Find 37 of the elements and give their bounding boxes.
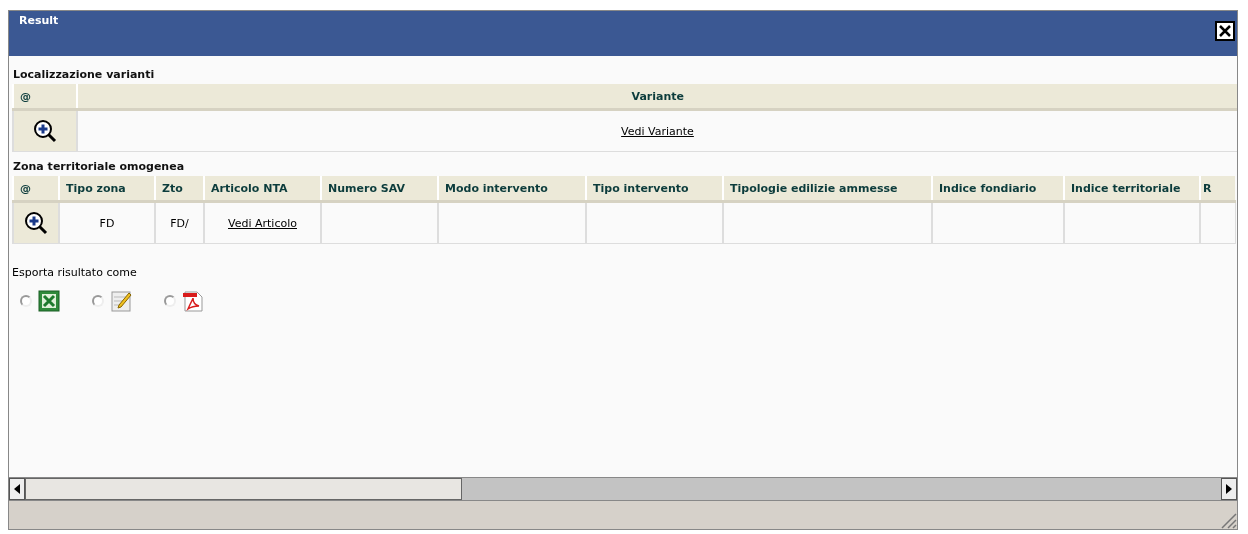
scroll-left-button[interactable]: [9, 478, 25, 500]
column-header: Variante: [77, 84, 1237, 110]
column-header: Numero SAV: [321, 176, 438, 202]
column-header: Indice territoriale: [1064, 176, 1200, 202]
spreadsheet-icon: [38, 290, 60, 312]
zoom-in-icon[interactable]: [33, 119, 57, 143]
column-header: @: [13, 84, 77, 110]
section-title: Localizzazione varianti: [12, 67, 156, 83]
horizontal-scrollbar[interactable]: [9, 477, 1237, 501]
column-header: R: [1200, 176, 1235, 202]
column-header: Zto: [155, 176, 204, 202]
table-cell: FD/: [155, 201, 204, 244]
column-header: Tipo zona: [59, 176, 155, 202]
section-title: Zona territoriale omogenea: [12, 159, 186, 175]
close-icon: [1215, 21, 1235, 41]
column-header: Tipo intervento: [586, 176, 723, 202]
column-header: Modo intervento: [438, 176, 586, 202]
zoom-in-icon[interactable]: [24, 211, 48, 235]
radio-button[interactable]: [20, 295, 32, 307]
export-label: Esporta risultato come: [12, 266, 138, 281]
column-header: Tipologie edilizie ammesse: [723, 176, 932, 202]
table-cell: FD: [59, 201, 155, 244]
left-arrow-icon: [14, 484, 20, 494]
window-title: Result: [18, 13, 59, 27]
column-header: Indice fondiario: [932, 176, 1064, 202]
close-button[interactable]: [1215, 21, 1235, 41]
document-icon: [182, 290, 204, 312]
radio-button[interactable]: [164, 295, 176, 307]
column-header: Articolo NTA: [204, 176, 321, 202]
right-arrow-icon: [1226, 484, 1232, 494]
scrollbar-thumb[interactable]: [25, 478, 462, 500]
scroll-right-button[interactable]: [1221, 478, 1237, 500]
column-header: @: [13, 176, 59, 202]
link[interactable]: Vedi Articolo: [228, 216, 297, 230]
radio-button[interactable]: [92, 295, 104, 307]
notepad-pencil-icon: [110, 290, 132, 312]
link[interactable]: Vedi Variante: [621, 124, 694, 138]
